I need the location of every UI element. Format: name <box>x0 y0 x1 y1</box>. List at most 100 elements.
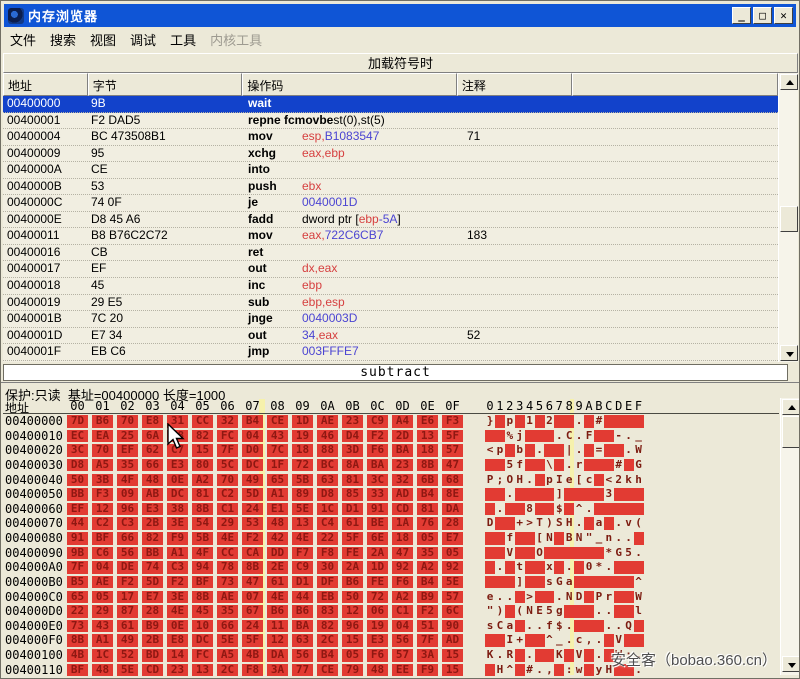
ascii-char[interactable] <box>564 649 574 662</box>
ascii-char[interactable]: = <box>594 444 604 457</box>
ascii-char[interactable]: p <box>495 444 505 457</box>
ascii-char[interactable]: j <box>515 430 525 443</box>
hex-byte[interactable]: B4 <box>417 488 438 501</box>
hex-byte[interactable]: 6B <box>417 474 438 487</box>
ascii-char[interactable]: H <box>564 517 574 530</box>
ascii-char[interactable] <box>624 459 634 472</box>
hex-byte[interactable]: 56 <box>117 547 138 560</box>
hex-byte[interactable]: 6C <box>442 605 463 618</box>
hex-byte[interactable]: 15 <box>342 634 363 647</box>
ascii-char[interactable] <box>485 503 495 516</box>
hex-byte[interactable]: 6E <box>367 532 388 545</box>
hex-byte[interactable]: 90 <box>442 620 463 633</box>
ascii-char[interactable] <box>544 591 554 604</box>
ascii-char[interactable] <box>485 488 495 501</box>
ascii-char[interactable] <box>485 561 495 574</box>
hex-byte[interactable]: 13 <box>192 664 213 677</box>
ascii-char[interactable] <box>594 430 604 443</box>
hex-byte[interactable]: 29 <box>217 517 238 530</box>
hex-byte[interactable]: F8 <box>317 547 338 560</box>
disasm-row[interactable]: 004000009Bwait <box>3 96 778 113</box>
hex-byte[interactable]: 4B <box>67 649 88 662</box>
hex-byte[interactable]: BA <box>392 444 413 457</box>
ascii-char[interactable]: _ <box>594 532 604 545</box>
hex-byte[interactable]: B4 <box>242 415 263 428</box>
hex-row[interactable]: 004000B0B5AEF25D]F2BF73s47G61aD1DFB6FEF6… <box>1 575 779 590</box>
ascii-char[interactable]: ( <box>634 517 644 530</box>
hex-byte[interactable]: 18 <box>417 444 438 457</box>
ascii-char[interactable] <box>495 459 505 472</box>
ascii-char[interactable]: D <box>574 591 584 604</box>
hex-byte[interactable]: 1D <box>292 415 313 428</box>
ascii-char[interactable] <box>614 561 624 574</box>
hex-byte[interactable]: 8B <box>242 561 263 574</box>
ascii-char[interactable] <box>584 664 594 677</box>
hex-byte[interactable]: 22 <box>67 605 88 618</box>
hex-byte[interactable]: 52 <box>117 649 138 662</box>
ascii-char[interactable]: I <box>554 474 564 487</box>
ascii-char[interactable] <box>535 576 545 589</box>
disasm-row[interactable]: 0040000ACEinto <box>3 162 778 179</box>
hex-byte[interactable]: B4 <box>317 649 338 662</box>
ascii-char[interactable] <box>614 415 624 428</box>
hex-byte[interactable]: BF <box>67 664 88 677</box>
hex-row[interactable]: 004000F08BA149I2B+E8DC5E^5F_12.63c2C,15.… <box>1 633 779 648</box>
hex-byte[interactable]: BB <box>142 547 163 560</box>
ascii-char[interactable]: P <box>485 474 495 487</box>
ascii-char[interactable]: . <box>574 430 584 443</box>
disasm-row[interactable]: 0040001FEB C6jmp003FFFE7 <box>3 344 778 361</box>
menu-item-2[interactable]: 搜索 <box>50 30 76 49</box>
ascii-char[interactable]: ( <box>515 605 525 618</box>
ascii-char[interactable]: G <box>634 459 644 472</box>
ascii-char[interactable]: G <box>614 547 624 560</box>
ascii-char[interactable]: . <box>634 547 644 560</box>
hex-byte[interactable]: 0E <box>167 620 188 633</box>
ascii-char[interactable]: | <box>564 444 574 457</box>
ascii-char[interactable]: . <box>624 430 634 443</box>
ascii-char[interactable]: a <box>594 517 604 530</box>
ascii-char[interactable] <box>574 561 584 574</box>
ascii-char[interactable]: F <box>584 430 594 443</box>
hex-byte[interactable]: 07 <box>242 591 263 604</box>
ascii-char[interactable]: N <box>574 532 584 545</box>
hex-byte[interactable]: C9 <box>367 415 388 428</box>
hex-byte[interactable]: 76 <box>417 517 438 530</box>
ascii-char[interactable]: . <box>574 444 584 457</box>
hex-byte[interactable]: 2E <box>267 561 288 574</box>
hex-row[interactable]: 004000A07F04.DE74tC39478x8B2E.C93002A*1D… <box>1 560 779 575</box>
ascii-char[interactable]: f <box>515 459 525 472</box>
hex-byte[interactable]: 96 <box>342 620 363 633</box>
hex-byte[interactable]: 91 <box>367 503 388 516</box>
hex-byte[interactable]: DE <box>117 561 138 574</box>
ascii-char[interactable] <box>634 620 644 633</box>
hex-byte[interactable]: BF <box>192 576 213 589</box>
ascii-char[interactable] <box>495 576 505 589</box>
ascii-char[interactable]: ) <box>495 605 505 618</box>
ascii-char[interactable]: l <box>634 605 644 618</box>
hex-row[interactable]: 00400060EF12.96E33888BC124$E15E^1C.D191C… <box>1 502 779 517</box>
disasm-row[interactable]: 00400011B8 B76C2C72moveax,722C6CB7183 <box>3 228 778 245</box>
ascii-char[interactable]: [ <box>574 474 584 487</box>
hex-byte[interactable]: 3E <box>167 591 188 604</box>
hex-byte[interactable]: B6 <box>267 605 288 618</box>
ascii-char[interactable]: . <box>624 532 634 545</box>
ascii-char[interactable] <box>485 664 495 677</box>
ascii-char[interactable] <box>515 649 525 662</box>
hex-row[interactable]: 0040008091BF66f82F95B[4ENF242B4EN22"5F_6… <box>1 531 779 546</box>
ascii-char[interactable] <box>604 576 614 589</box>
hex-byte[interactable]: 24 <box>242 620 263 633</box>
hex-byte[interactable]: CE <box>317 664 338 677</box>
hex-byte[interactable]: BD <box>142 649 163 662</box>
hex-byte[interactable]: 5E <box>217 634 238 647</box>
hex-byte[interactable]: 8A <box>342 459 363 472</box>
hex-byte[interactable]: 77 <box>292 664 313 677</box>
ascii-char[interactable] <box>584 517 594 530</box>
ascii-char[interactable]: v <box>624 517 634 530</box>
ascii-char[interactable]: \ <box>544 459 554 472</box>
hex-byte[interactable]: E3 <box>367 634 388 647</box>
hex-byte[interactable]: 8E <box>442 488 463 501</box>
hex-byte[interactable]: 81 <box>417 503 438 516</box>
ascii-char[interactable]: . <box>564 620 574 633</box>
ascii-char[interactable]: 0 <box>584 561 594 574</box>
hex-byte[interactable]: 87 <box>117 605 138 618</box>
